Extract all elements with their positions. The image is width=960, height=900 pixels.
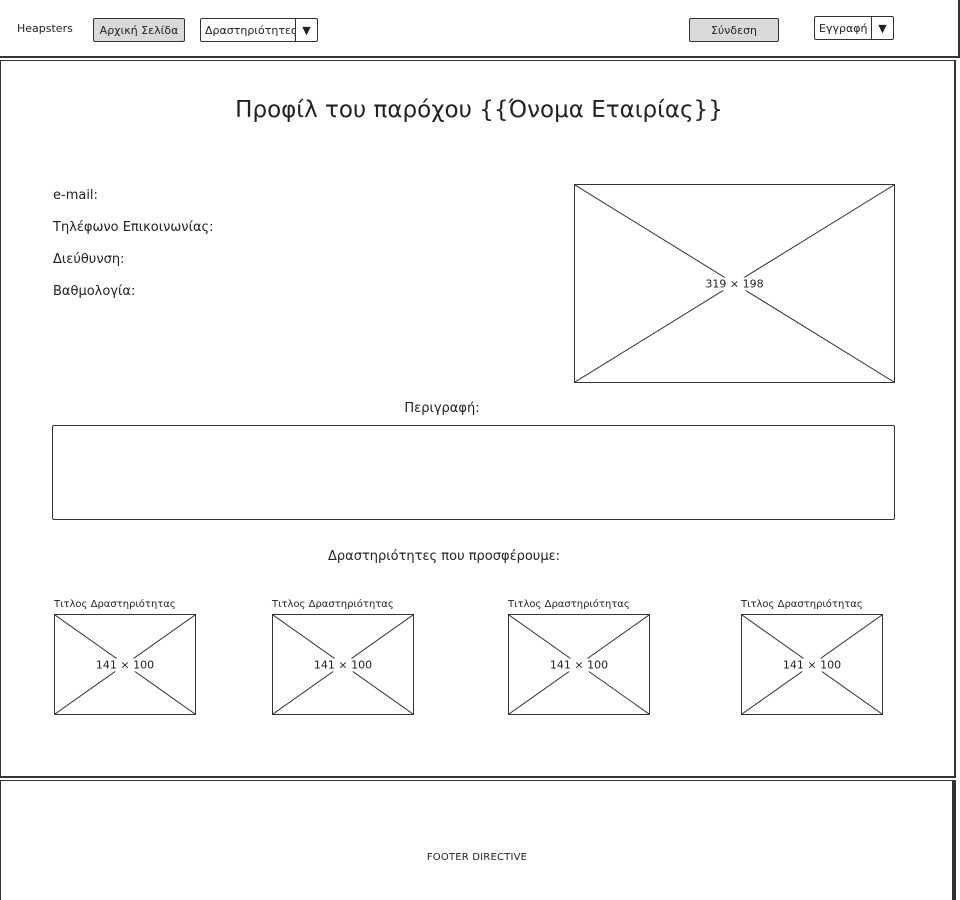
activity-image-placeholder[interactable]: 141 × 100 — [741, 614, 883, 715]
activities-heading: Δραστηριότητες που προσφέρουμε: — [327, 549, 561, 564]
phone-label: Τηλέφωνο Επικοινωνίας: — [53, 220, 214, 235]
rating-label: Βαθμολογία: — [53, 284, 136, 299]
activity-card[interactable]: Τιτλος Δραστηριότητας 141 × 100 — [54, 599, 196, 715]
footer: FOOTER DIRECTIVE — [0, 780, 956, 900]
image-size-label: 141 × 100 — [312, 658, 374, 671]
page-title: Προφίλ του παρόχου {{Όνομα Εταιρίας}} — [235, 97, 723, 123]
activity-image-placeholder[interactable]: 141 × 100 — [272, 614, 414, 715]
activity-card[interactable]: Τιτλος Δραστηριότητας 141 × 100 — [272, 599, 414, 715]
activity-title[interactable]: Τιτλος Δραστηριότητας — [54, 599, 196, 610]
activity-card[interactable]: Τιτλος Δραστηριότητας 141 × 100 — [741, 599, 883, 715]
top-navbar: Heapsters Αρχική Σελίδα Δραστηριότητες ▼… — [0, 0, 960, 58]
register-dropdown-label: Εγγραφή — [819, 21, 868, 35]
activity-image-placeholder[interactable]: 141 × 100 — [54, 614, 196, 715]
chevron-down-icon[interactable]: ▼ — [871, 17, 893, 39]
activities-dropdown[interactable]: Δραστηριότητες ▼ — [200, 18, 318, 42]
chevron-down-icon[interactable]: ▼ — [295, 19, 317, 41]
footer-directive-text: FOOTER DIRECTIVE — [426, 852, 528, 863]
activity-card[interactable]: Τιτλος Δραστηριότητας 141 × 100 — [508, 599, 650, 715]
description-box — [52, 425, 895, 520]
email-label: e-mail: — [53, 188, 98, 203]
address-label: Διεύθυνση: — [53, 252, 125, 267]
activity-image-placeholder[interactable]: 141 × 100 — [508, 614, 650, 715]
image-size-label: 141 × 100 — [94, 658, 156, 671]
provider-image-placeholder: 319 × 198 — [574, 184, 895, 383]
image-size-label: 141 × 100 — [548, 658, 610, 671]
image-size-label: 141 × 100 — [781, 658, 843, 671]
activity-title[interactable]: Τιτλος Δραστηριότητας — [741, 599, 883, 610]
login-button[interactable]: Σύνδεση — [689, 18, 779, 42]
activities-dropdown-label: Δραστηριότητες — [205, 23, 295, 37]
brand-name[interactable]: Heapsters — [17, 22, 73, 35]
main-content: Προφίλ του παρόχου {{Όνομα Εταιρίας}} e-… — [0, 60, 956, 778]
activity-title[interactable]: Τιτλος Δραστηριότητας — [272, 599, 414, 610]
image-size-label: 319 × 198 — [704, 277, 765, 290]
register-dropdown[interactable]: Εγγραφή ▼ — [814, 16, 894, 40]
activity-title[interactable]: Τιτλος Δραστηριότητας — [508, 599, 650, 610]
description-label: Περιγραφή: — [404, 401, 480, 416]
home-button[interactable]: Αρχική Σελίδα — [93, 18, 185, 42]
